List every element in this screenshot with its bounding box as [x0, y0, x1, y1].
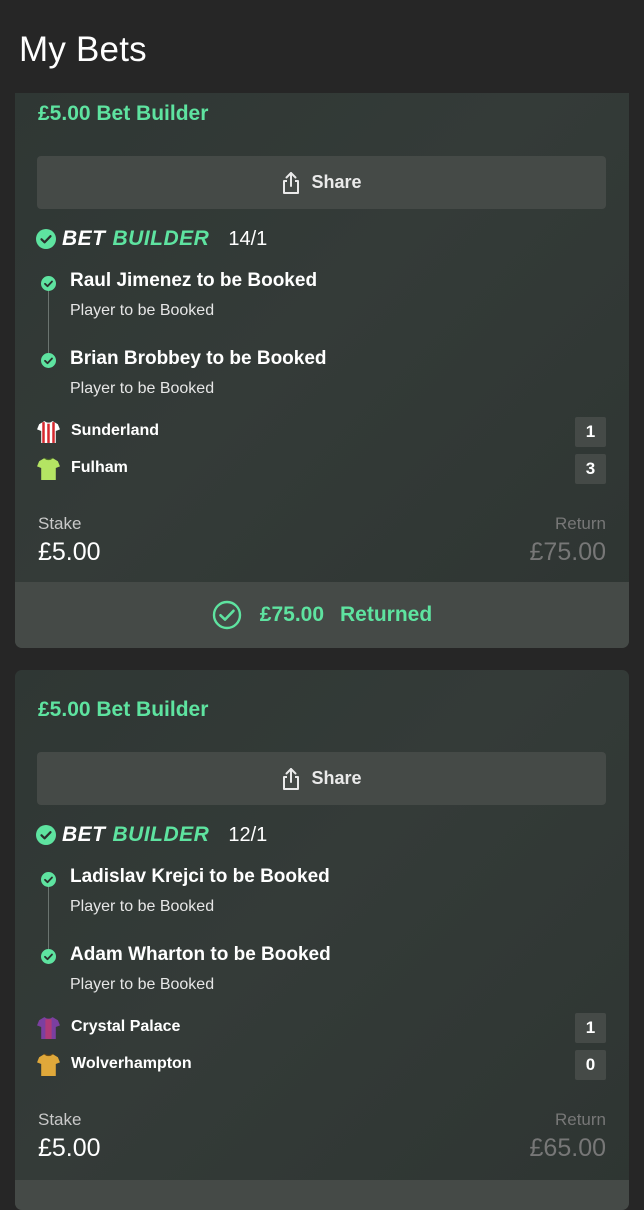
- return-value: £75.00: [529, 538, 606, 566]
- share-icon: [283, 171, 300, 194]
- leg-check-icon: [41, 872, 56, 887]
- gold-shirt-icon: [37, 1053, 60, 1076]
- leg-market: Player to be Booked: [70, 302, 215, 319]
- green-shirt-icon: [37, 457, 60, 480]
- share-icon: [283, 767, 300, 790]
- return-label: Return: [554, 514, 606, 533]
- share-label: Share: [311, 172, 362, 192]
- leg-selection: Brian Brobbey to be Booked: [70, 348, 327, 369]
- leg-market: Player to be Booked: [70, 976, 215, 993]
- bet-title: £5.00 Bet Builder: [38, 698, 209, 721]
- leg-check-icon: [41, 276, 56, 291]
- returned-banner: £75.00 Returned: [15, 582, 629, 648]
- bet-odds: 14/1: [228, 227, 268, 250]
- team-name: Sunderland: [71, 422, 160, 439]
- return-value: £65.00: [529, 1134, 606, 1162]
- check-circle-icon: [36, 229, 56, 249]
- team-name: Fulham: [71, 459, 128, 476]
- team-name: Wolverhampton: [71, 1055, 192, 1072]
- purple-shirt-icon: [37, 1017, 60, 1039]
- leg-check-icon: [41, 949, 56, 964]
- bet-builder-badge: BET BUILDER 12/1: [36, 823, 267, 847]
- status-banner: [15, 1180, 629, 1210]
- leg-market: Player to be Booked: [70, 380, 215, 397]
- team-row-home: Crystal Palace 1: [36, 1013, 606, 1043]
- bet-card[interactable]: £5.00 Bet Builder Share BET BUILDER 14/1…: [15, 93, 629, 648]
- team-score: 0: [575, 1050, 606, 1080]
- bet-card[interactable]: £5.00 Bet Builder Share BET BUILDER 12/1…: [15, 670, 629, 1210]
- returned-label: Returned: [340, 603, 433, 626]
- team-row-away: Fulham 3: [36, 454, 606, 484]
- page-title: My Bets: [19, 30, 147, 69]
- share-button[interactable]: Share: [37, 156, 606, 209]
- legs-connector-line: [48, 283, 49, 361]
- bet-odds: 12/1: [228, 823, 268, 846]
- share-button[interactable]: Share: [37, 752, 606, 805]
- team-row-home: Sunderland 1: [36, 417, 606, 447]
- striped-shirt-icon: [37, 421, 60, 443]
- team-score: 1: [575, 1013, 606, 1043]
- returned-amount: £75.00: [259, 603, 325, 626]
- stake-label: Stake: [38, 1110, 82, 1129]
- bet-title: £5.00 Bet Builder: [38, 102, 209, 125]
- leg-check-icon: [41, 353, 56, 368]
- leg-market: Player to be Booked: [70, 898, 215, 915]
- check-circle-icon: [36, 825, 56, 845]
- badge-bet-text: BET: [62, 823, 106, 846]
- leg-selection: Adam Wharton to be Booked: [70, 944, 331, 965]
- team-score: 3: [575, 454, 606, 484]
- badge-bet-text: BET: [62, 227, 106, 250]
- team-score: 1: [575, 417, 606, 447]
- leg-selection: Ladislav Krejci to be Booked: [70, 866, 330, 887]
- team-name: Crystal Palace: [71, 1018, 181, 1035]
- stake-value: £5.00: [38, 1134, 101, 1162]
- stake-value: £5.00: [38, 538, 101, 566]
- return-label: Return: [554, 1110, 606, 1129]
- badge-builder-text: BUILDER: [112, 227, 210, 250]
- check-circle-outline-icon: [212, 600, 241, 630]
- share-label: Share: [311, 768, 362, 788]
- legs-connector-line: [48, 879, 49, 957]
- bet-builder-badge: BET BUILDER 14/1: [36, 227, 267, 251]
- leg-selection: Raul Jimenez to be Booked: [70, 270, 318, 291]
- team-row-away: Wolverhampton 0: [36, 1050, 606, 1080]
- badge-builder-text: BUILDER: [112, 823, 210, 846]
- header: My Bets: [0, 0, 644, 95]
- stake-label: Stake: [38, 514, 82, 533]
